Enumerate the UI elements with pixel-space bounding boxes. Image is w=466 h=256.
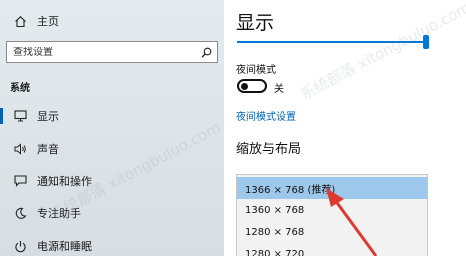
resolution-option[interactable]: 1280 × 768 [237, 221, 427, 243]
sidebar-item-label: 显示 [37, 110, 59, 123]
main-content: 显示 夜间模式 关 夜间模式设置 缩放与布局 1366 × 768 (推荐) 1… [224, 0, 466, 256]
resolution-option[interactable]: 1366 × 768 (推荐) [237, 177, 427, 199]
night-light-label: 夜间模式 [236, 65, 276, 76]
resolution-dropdown-list[interactable]: 1366 × 768 (推荐) 1360 × 768 1280 × 768 12… [236, 174, 428, 256]
section-label: 系统 [10, 83, 30, 94]
resolution-option[interactable]: 1280 × 720 [237, 243, 427, 256]
night-light-toggle[interactable] [237, 79, 267, 93]
brightness-slider-track[interactable] [237, 41, 425, 43]
sidebar: 主页 系统 显示 声音 通知和操作 专注助手 电源和睡眠 [0, 0, 224, 256]
sidebar-item-label: 专注助手 [37, 207, 81, 220]
sidebar-item-power-sleep[interactable]: 电源和睡眠 [0, 233, 224, 256]
power-icon [13, 239, 27, 253]
search-icon[interactable] [195, 42, 217, 62]
sidebar-item-home[interactable]: 主页 [0, 8, 224, 34]
night-light-settings-link[interactable]: 夜间模式设置 [236, 108, 296, 123]
sidebar-item-focus-assist[interactable]: 专注助手 [0, 200, 224, 226]
sidebar-item-sound[interactable]: 声音 [0, 136, 224, 162]
sidebar-item-label: 通知和操作 [37, 175, 92, 188]
search-box[interactable] [6, 41, 218, 63]
search-input[interactable] [7, 46, 195, 58]
resolution-option[interactable]: 1360 × 768 [237, 199, 427, 221]
monitor-icon [13, 109, 27, 123]
page-title: 显示 [236, 12, 275, 34]
home-icon [13, 14, 27, 28]
night-light-state: 关 [274, 84, 284, 95]
brightness-slider-thumb[interactable] [423, 35, 429, 49]
speaker-icon [13, 142, 27, 156]
sidebar-item-notifications[interactable]: 通知和操作 [0, 168, 224, 194]
notification-icon [13, 174, 27, 188]
sidebar-item-label: 声音 [37, 143, 59, 156]
sidebar-item-label: 主页 [37, 15, 59, 28]
moon-icon [13, 206, 27, 220]
sidebar-item-display[interactable]: 显示 [0, 103, 224, 129]
sidebar-item-label: 电源和睡眠 [37, 240, 92, 253]
scale-layout-title: 缩放与布局 [236, 142, 302, 157]
toggle-knob [241, 82, 248, 90]
